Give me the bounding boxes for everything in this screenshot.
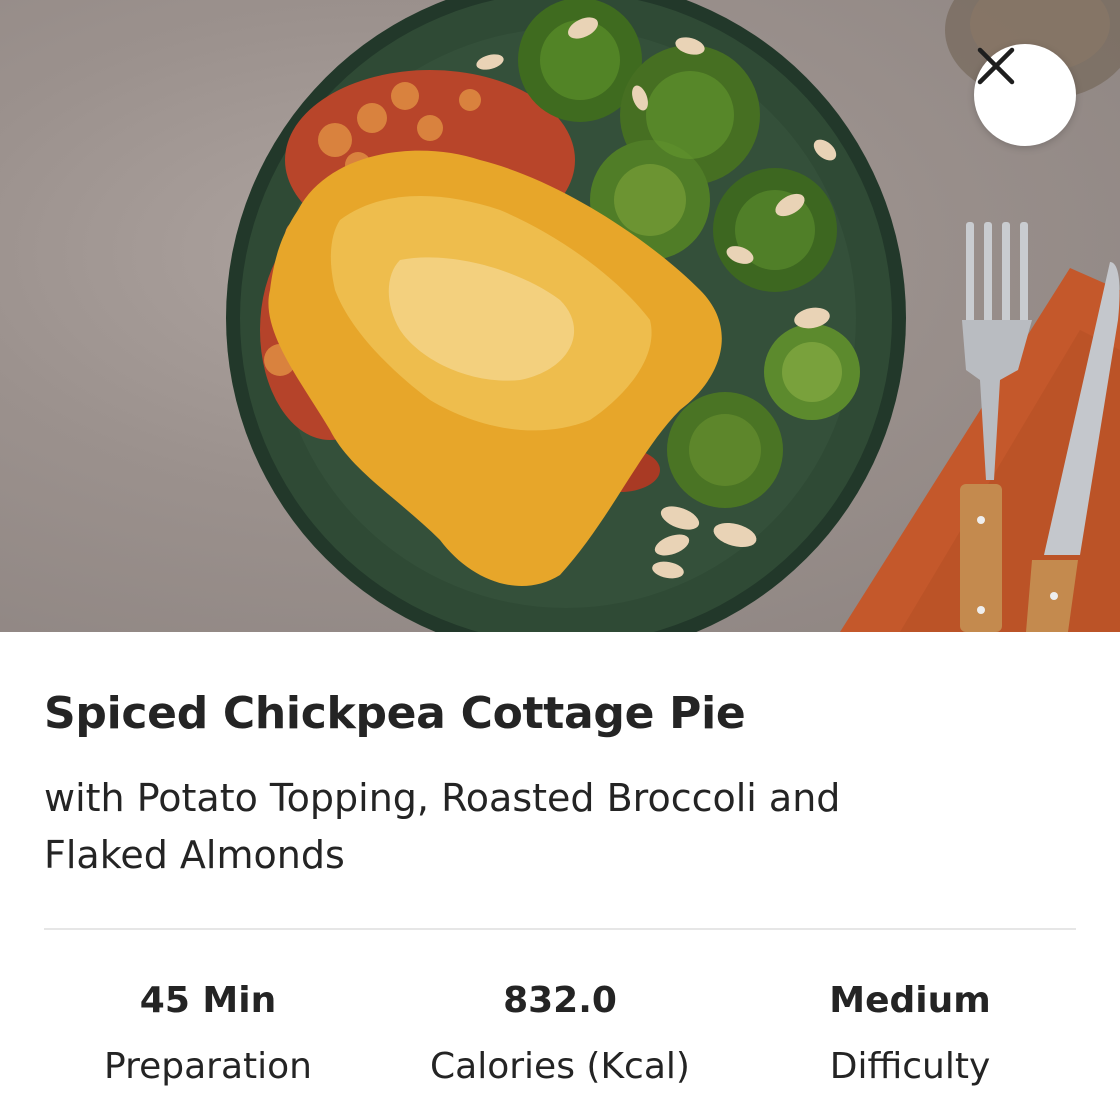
stat-label: Difficulty [829, 1046, 991, 1087]
stat-preparation: 45 Min Preparation [48, 978, 368, 1090]
stat-calories: 832.0 Calories (Kcal) [400, 978, 720, 1090]
recipe-details: Spiced Chickpea Cottage Pie with Potato … [0, 632, 1120, 1120]
recipe-hero-image [0, 0, 1120, 632]
stat-value: 832.0 [503, 980, 617, 1021]
stat-value: Medium [829, 980, 991, 1021]
stat-difficulty: Medium Difficulty [750, 978, 1070, 1090]
close-button[interactable] [974, 44, 1076, 146]
stat-label: Preparation [104, 1046, 312, 1087]
stat-label: Calories (Kcal) [430, 1046, 690, 1087]
recipe-title: Spiced Chickpea Cottage Pie [44, 688, 746, 739]
close-icon [977, 47, 1015, 85]
stat-value: 45 Min [139, 980, 277, 1021]
recipe-photo [226, 0, 1120, 632]
divider [44, 928, 1076, 930]
recipe-subtitle: with Potato Topping, Roasted Broccoli an… [44, 776, 841, 877]
